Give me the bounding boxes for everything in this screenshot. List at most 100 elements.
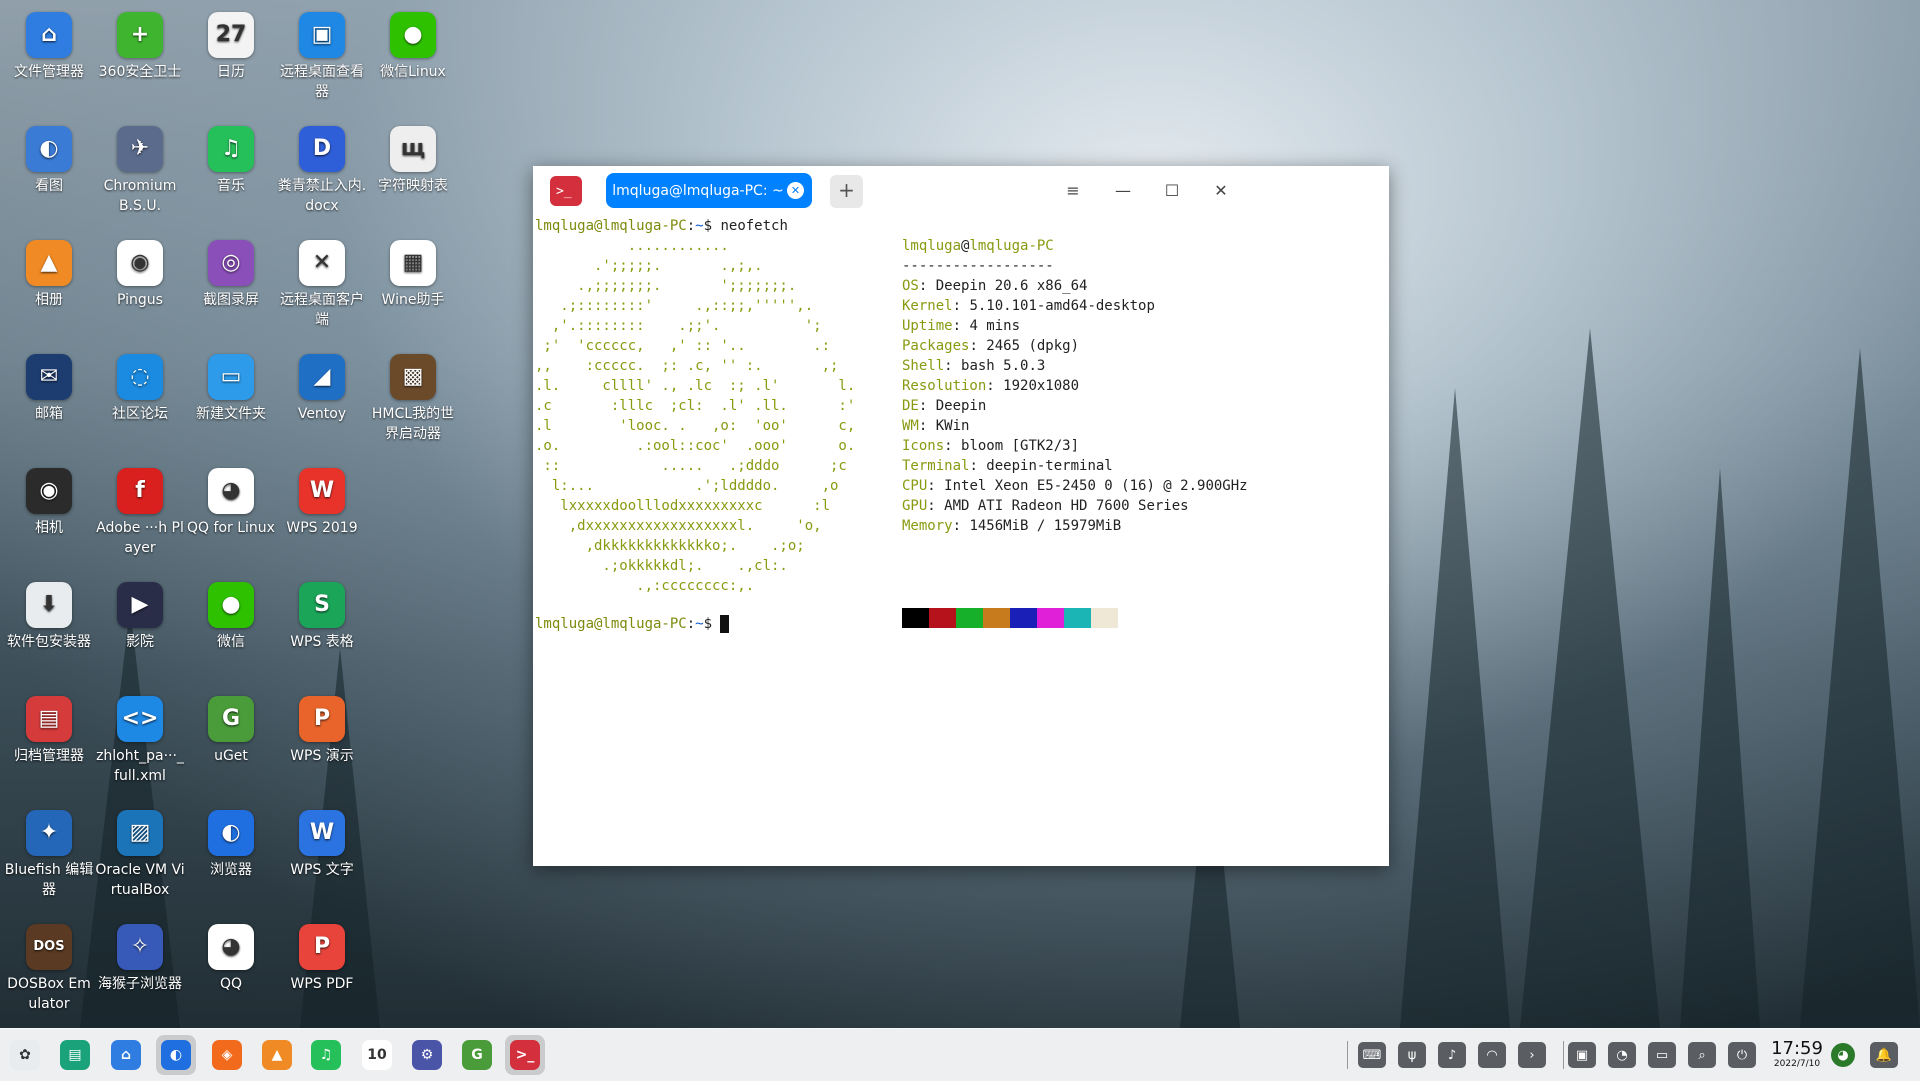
- taskbar-app[interactable]: ✿: [5, 1035, 45, 1075]
- desktop-icon[interactable]: ▣ 远程桌面查看器: [277, 4, 367, 102]
- desktop-icon[interactable]: ✉ 邮箱: [4, 346, 94, 424]
- power-icon[interactable]: ⏻: [1728, 1042, 1756, 1068]
- desktop-icon[interactable]: ⬇ 软件包安装器: [4, 574, 94, 652]
- tab-close-icon[interactable]: ✕: [787, 182, 804, 199]
- terminal-window[interactable]: >_ lmqluga@lmqluga-PC: ~ ✕ + ≡ — ☐ ✕ lmq…: [533, 166, 1389, 866]
- clock[interactable]: 17:59 2022/7/10: [1768, 1039, 1826, 1070]
- desktop-icon[interactable]: ▤ 归档管理器: [4, 688, 94, 766]
- search-icon[interactable]: ⌕: [1688, 1042, 1716, 1068]
- info-value: bloom [GTK2/3]: [961, 438, 1080, 454]
- info-row: OS: Deepin 20.6 x86_64: [902, 276, 1248, 296]
- volume-icon[interactable]: ♪: [1438, 1042, 1466, 1068]
- taskbar-app[interactable]: ◈: [207, 1035, 247, 1075]
- desktop-icon[interactable]: ◉ 相机: [4, 460, 94, 538]
- info-colon: :: [986, 378, 1004, 394]
- taskbar-app[interactable]: ⚙: [407, 1035, 447, 1075]
- chromium-bsu-icon: ✈: [117, 126, 163, 172]
- terminal-output[interactable]: lmqluga@lmqluga-PC:~$ neofetch .........…: [533, 216, 1389, 866]
- info-colon: :: [952, 318, 970, 334]
- desktop-icon[interactable]: ▭ 新建文件夹: [186, 346, 276, 424]
- desktop-icon-label: 360安全卫士: [98, 64, 182, 80]
- desktop-icon[interactable]: W WPS 2019: [277, 460, 367, 538]
- desktop-icon[interactable]: ● 微信: [186, 574, 276, 652]
- info-key: Terminal: [902, 458, 970, 474]
- system-monitor-icon[interactable]: ◔: [1608, 1042, 1636, 1068]
- desktop-icon[interactable]: ✦ Bluefish 编辑器: [4, 802, 94, 900]
- desktop-icon-label: 远程桌面查看器: [280, 64, 364, 100]
- minimize-button[interactable]: —: [1108, 176, 1138, 206]
- desktop-icon[interactable]: ▩ HMCL我的世界启动器: [368, 346, 458, 444]
- screen-icon[interactable]: ▭: [1648, 1042, 1676, 1068]
- desktop-icon-label: 文件管理器: [14, 64, 84, 80]
- desktop-icon[interactable]: ◎ 截图录屏: [186, 232, 276, 310]
- maximize-button[interactable]: ☐: [1157, 176, 1187, 206]
- command-line: lmqluga@lmqluga-PC:~$ neofetch: [535, 216, 788, 236]
- wps-2019-icon: W: [299, 468, 345, 514]
- desktop-icon[interactable]: ✧ 海猴子浏览器: [95, 916, 185, 994]
- desktop-icon[interactable]: щ 字符映射表: [368, 118, 458, 196]
- desktop-icon[interactable]: D 粪青禁止入内.docx: [277, 118, 367, 216]
- desktop-icon[interactable]: ◕ QQ: [186, 916, 276, 994]
- desktop-icon[interactable]: W WPS 文字: [277, 802, 367, 880]
- keyboard-icon[interactable]: ⌨: [1358, 1042, 1386, 1068]
- prompt-user: lmqluga@lmqluga-PC: [535, 218, 687, 234]
- wps-pdf-icon: P: [299, 924, 345, 970]
- close-button[interactable]: ✕: [1206, 176, 1236, 206]
- taskbar-app[interactable]: ▲: [257, 1035, 297, 1075]
- info-colon: :: [944, 438, 962, 454]
- file-manager-icon: ⌂: [111, 1040, 141, 1070]
- desktop-icon[interactable]: ▨ Oracle VM VirtualBox: [95, 802, 185, 900]
- multitask-icon[interactable]: ▣: [1568, 1042, 1596, 1068]
- desktop-icon[interactable]: ⌂ 文件管理器: [4, 4, 94, 82]
- menu-icon[interactable]: ≡: [1058, 176, 1088, 206]
- desktop-icon[interactable]: ◐ 浏览器: [186, 802, 276, 880]
- album-icon: ▲: [262, 1040, 292, 1070]
- desktop-icon[interactable]: ◢ Ventoy: [277, 346, 367, 424]
- desktop-icon[interactable]: GuGet: [186, 688, 276, 766]
- desktop-icon[interactable]: <> zhloht_pa···_full.xml: [95, 688, 185, 786]
- terminal-app-icon: >_: [550, 176, 582, 206]
- taskbar-app[interactable]: 10: [357, 1035, 397, 1075]
- desktop-icon[interactable]: P WPS PDF: [277, 916, 367, 994]
- desktop-icon[interactable]: ▦ Wine助手: [368, 232, 458, 310]
- desktop-icon[interactable]: ◉ Pingus: [95, 232, 185, 310]
- desktop-icon[interactable]: DOS DOSBox Emulator: [4, 916, 94, 1014]
- desktop-icon[interactable]: 27 日历: [186, 4, 276, 82]
- desktop-icon[interactable]: ✈ Chromium B.S.U.: [95, 118, 185, 216]
- desktop-icon[interactable]: ♫ 音乐: [186, 118, 276, 196]
- new-tab-button[interactable]: +: [830, 175, 863, 208]
- prompt-line[interactable]: lmqluga@lmqluga-PC:~$: [535, 614, 730, 634]
- color-palette: [902, 608, 1118, 628]
- desktop-icon[interactable]: ▶ 影院: [95, 574, 185, 652]
- desktop-icon[interactable]: ◌ 社区论坛: [95, 346, 185, 424]
- terminal-titlebar[interactable]: >_ lmqluga@lmqluga-PC: ~ ✕ + ≡ — ☐ ✕: [533, 166, 1389, 216]
- user-avatar-icon[interactable]: ◕: [1831, 1043, 1855, 1067]
- usb-icon[interactable]: ψ: [1398, 1042, 1426, 1068]
- desktop-icon[interactable]: ▲ 相册: [4, 232, 94, 310]
- desktop-icon[interactable]: f Adobe ···h Player: [95, 460, 185, 558]
- taskbar-app[interactable]: ♫: [306, 1035, 346, 1075]
- info-row: GPU: AMD ATI Radeon HD 7600 Series: [902, 496, 1248, 516]
- taskbar-app[interactable]: ◐: [156, 1035, 196, 1075]
- prompt-separator: :: [686, 218, 696, 234]
- taskbar-app[interactable]: >_: [505, 1035, 545, 1075]
- desktop-icon[interactable]: ◐ 看图: [4, 118, 94, 196]
- notification-icon[interactable]: 🔔: [1870, 1042, 1898, 1068]
- desktop-icon[interactable]: ◕ QQ for Linux: [186, 460, 276, 538]
- info-value: 1456MiB / 15979MiB: [969, 518, 1122, 534]
- desktop-icon[interactable]: ● 微信Linux: [368, 4, 458, 82]
- desktop-icon[interactable]: S WPS 表格: [277, 574, 367, 652]
- desktop-icon[interactable]: ✕ 远程桌面客户端: [277, 232, 367, 330]
- desktop-icon-label: 影院: [126, 634, 154, 650]
- taskbar-app[interactable]: ⌂: [106, 1035, 146, 1075]
- network-icon[interactable]: ◠: [1478, 1042, 1506, 1068]
- desktop-icon[interactable]: +360安全卫士: [95, 4, 185, 82]
- terminal-tab[interactable]: lmqluga@lmqluga-PC: ~ ✕: [606, 173, 812, 208]
- taskbar-app[interactable]: G: [457, 1035, 497, 1075]
- package-installer-icon: ⬇: [26, 582, 72, 628]
- info-row: Uptime: 4 mins: [902, 316, 1248, 336]
- info-value: 2465 (dpkg): [986, 338, 1080, 354]
- taskbar-app[interactable]: ▤: [55, 1035, 95, 1075]
- expand-tray-icon[interactable]: ›: [1518, 1042, 1546, 1068]
- desktop-icon[interactable]: P WPS 演示: [277, 688, 367, 766]
